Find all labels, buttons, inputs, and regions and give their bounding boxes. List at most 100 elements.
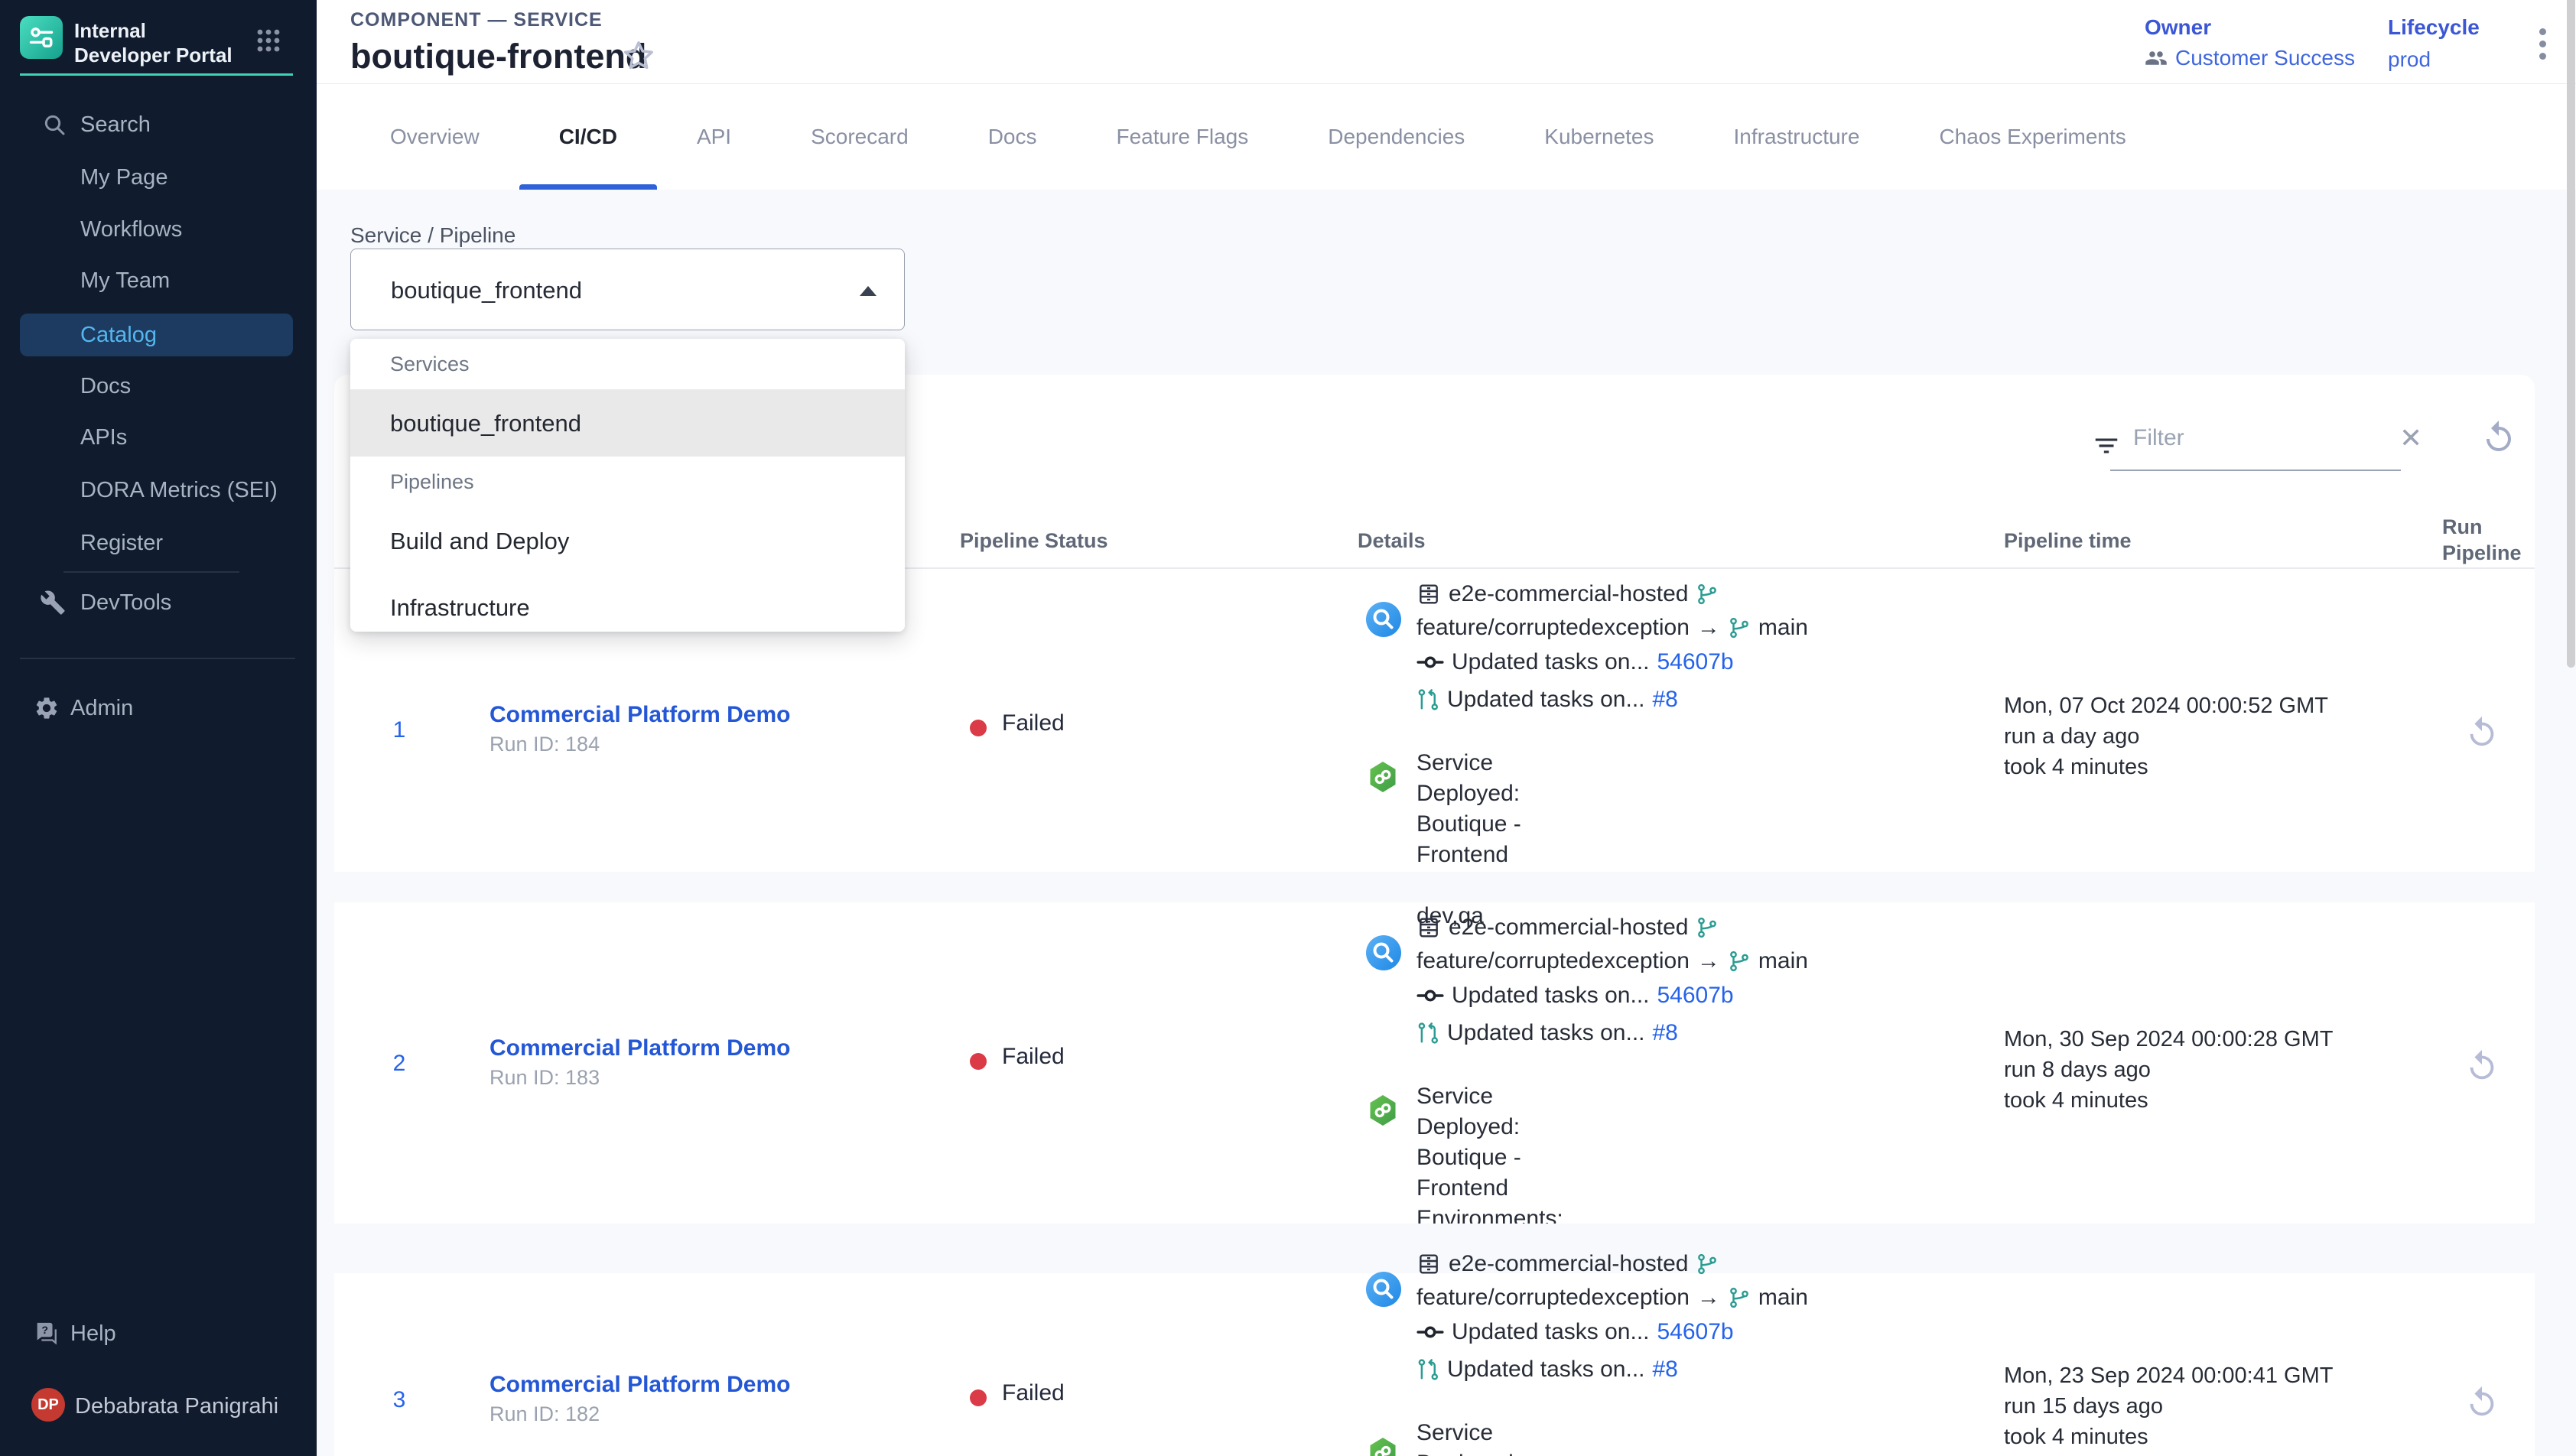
rerun-pipeline-icon[interactable] xyxy=(2464,1048,2500,1084)
commit-sha-link[interactable]: 54607b xyxy=(1657,649,1734,675)
sidebar-item-search[interactable]: Search xyxy=(0,103,317,146)
rerun-pipeline-icon[interactable] xyxy=(2464,715,2500,750)
sidebar-item-label: DevTools xyxy=(80,590,171,616)
sidebar-item-apis[interactable]: APIs xyxy=(0,416,317,459)
tab-cicd[interactable]: CI/CD xyxy=(519,84,657,190)
sidebar-item-docs[interactable]: Docs xyxy=(0,365,317,408)
col-header-pipeline-time: Pipeline time xyxy=(2004,528,2132,554)
clear-filter-icon[interactable]: ✕ xyxy=(2399,422,2422,454)
svg-text:?: ? xyxy=(41,1324,48,1337)
arrow-right-icon: → xyxy=(1697,948,1720,974)
run-id: Run ID: 183 xyxy=(490,1066,600,1090)
sidebar: Internal Developer Portal Search My Page… xyxy=(0,0,317,1456)
filter-input-underline xyxy=(2110,470,2401,471)
commit-sha-link[interactable]: 54607b xyxy=(1657,1319,1734,1345)
sidebar-item-catalog[interactable]: Catalog xyxy=(20,314,293,356)
rerun-pipeline-icon[interactable] xyxy=(2464,1385,2500,1420)
tab-kubernetes[interactable]: Kubernetes xyxy=(1504,84,1693,190)
run-duration: took 4 minutes xyxy=(2004,1085,2333,1116)
service-pipeline-select[interactable]: boutique_frontend xyxy=(350,249,905,330)
select-value: boutique_frontend xyxy=(391,277,582,304)
run-timestamp: Mon, 23 Sep 2024 00:00:41 GMT xyxy=(2004,1360,2333,1391)
git-branch-icon xyxy=(1696,1253,1719,1276)
sidebar-item-admin[interactable]: Admin xyxy=(0,687,317,730)
sidebar-item-my-team[interactable]: My Team xyxy=(0,259,317,302)
source-branch: feature/corruptedexception xyxy=(1416,1285,1690,1311)
vertical-scrollbar[interactable] xyxy=(2567,0,2575,668)
menu-group-services: Services xyxy=(350,339,905,390)
tab-scorecard[interactable]: Scorecard xyxy=(771,84,948,190)
sidebar-item-help[interactable]: ? Help xyxy=(0,1312,317,1355)
source-branch: feature/corruptedexception xyxy=(1416,615,1690,641)
owner-link[interactable]: Customer Success xyxy=(2175,46,2355,70)
tab-infrastructure[interactable]: Infrastructure xyxy=(1694,84,1900,190)
commit-message: Updated tasks on... xyxy=(1452,649,1650,675)
menu-item-boutique-frontend[interactable]: boutique_frontend xyxy=(350,390,905,457)
tab-feature-flags[interactable]: Feature Flags xyxy=(1077,84,1289,190)
commit-sha-link[interactable]: 54607b xyxy=(1657,983,1734,1009)
app-logo-icon[interactable] xyxy=(20,16,63,59)
pipeline-name-link[interactable]: Commercial Platform Demo xyxy=(490,702,790,728)
sidebar-accent-divider xyxy=(20,73,293,76)
pr-number-link[interactable]: #8 xyxy=(1653,1357,1678,1383)
row-index: 2 xyxy=(382,1051,416,1077)
commit-icon xyxy=(1416,1318,1444,1346)
commit-message: Updated tasks on... xyxy=(1452,983,1650,1009)
git-branch-icon xyxy=(1696,916,1719,939)
deploy-service: Boutique - Frontend xyxy=(1416,1142,1563,1204)
more-options-kebab-icon[interactable] xyxy=(2527,23,2558,69)
tab-overview[interactable]: Overview xyxy=(350,84,519,190)
row-index: 1 xyxy=(382,717,416,743)
service-pipeline-dropdown-menu: Services boutique_frontend Pipelines Bui… xyxy=(350,339,905,632)
pipeline-name-link[interactable]: Commercial Platform Demo xyxy=(490,1035,790,1061)
people-icon xyxy=(2145,47,2168,70)
sidebar-item-my-page[interactable]: My Page xyxy=(0,156,317,199)
status-dot xyxy=(970,1389,987,1406)
pull-request-icon xyxy=(1416,1358,1439,1381)
tab-api[interactable]: API xyxy=(657,84,771,190)
pipeline-name-link[interactable]: Commercial Platform Demo xyxy=(490,1372,790,1398)
deploy-service: Boutique - Frontend xyxy=(1416,809,1563,870)
pr-message: Updated tasks on... xyxy=(1447,687,1645,713)
avatar: DP xyxy=(31,1388,65,1422)
pr-number-link[interactable]: #8 xyxy=(1653,1020,1678,1046)
menu-item-infrastructure[interactable]: Infrastructure xyxy=(350,574,905,632)
sidebar-item-register[interactable]: Register xyxy=(0,522,317,564)
pipeline-time-cell: Mon, 30 Sep 2024 00:00:28 GMT run 8 days… xyxy=(2004,1024,2333,1116)
app-title: Internal Developer Portal xyxy=(74,18,239,67)
table-row: 2 Commercial Platform Demo Run ID: 183 F… xyxy=(334,902,2535,1224)
refresh-icon[interactable] xyxy=(2480,419,2517,456)
filter-icon xyxy=(2092,431,2121,460)
ci-stage-icon xyxy=(1366,602,1401,637)
breadcrumb: COMPONENT — SERVICE xyxy=(350,9,603,31)
filter-input[interactable]: Filter xyxy=(2133,425,2184,451)
run-ago: run 15 days ago xyxy=(2004,1391,2333,1422)
sidebar-item-dora-metrics[interactable]: DORA Metrics (SEI) xyxy=(0,469,317,512)
sidebar-divider xyxy=(20,658,295,659)
sidebar-item-workflows[interactable]: Workflows xyxy=(0,208,317,251)
apps-grid-icon[interactable] xyxy=(255,28,281,54)
cd-stage-icon xyxy=(1366,1094,1400,1127)
favorite-star-icon[interactable] xyxy=(621,38,656,73)
target-branch: main xyxy=(1758,948,1808,974)
sidebar-item-devtools[interactable]: DevTools xyxy=(0,581,317,624)
repository-icon xyxy=(1416,915,1441,940)
cd-stage-icon xyxy=(1366,760,1400,794)
tab-docs[interactable]: Docs xyxy=(948,84,1077,190)
tab-dependencies[interactable]: Dependencies xyxy=(1288,84,1504,190)
pull-request-icon xyxy=(1416,688,1439,711)
sidebar-item-label: Search xyxy=(80,112,151,138)
sidebar-divider xyxy=(63,571,239,573)
tab-chaos-experiments[interactable]: Chaos Experiments xyxy=(1899,84,2165,190)
status-text: Failed xyxy=(1002,1044,1065,1070)
pipeline-time-cell: Mon, 23 Sep 2024 00:00:41 GMT run 15 day… xyxy=(2004,1360,2333,1452)
menu-item-build-and-deploy[interactable]: Build and Deploy xyxy=(350,508,905,574)
sidebar-item-label: Help xyxy=(70,1321,116,1347)
repo-name: e2e-commercial-hosted xyxy=(1449,1251,1688,1277)
pr-number-link[interactable]: #8 xyxy=(1653,687,1678,713)
git-branch-icon xyxy=(1728,950,1751,973)
row-separator xyxy=(334,872,2535,902)
user-menu[interactable]: DP Debabrata Panigrahi xyxy=(0,1388,317,1434)
target-branch: main xyxy=(1758,1285,1808,1311)
status-dot xyxy=(970,720,987,736)
